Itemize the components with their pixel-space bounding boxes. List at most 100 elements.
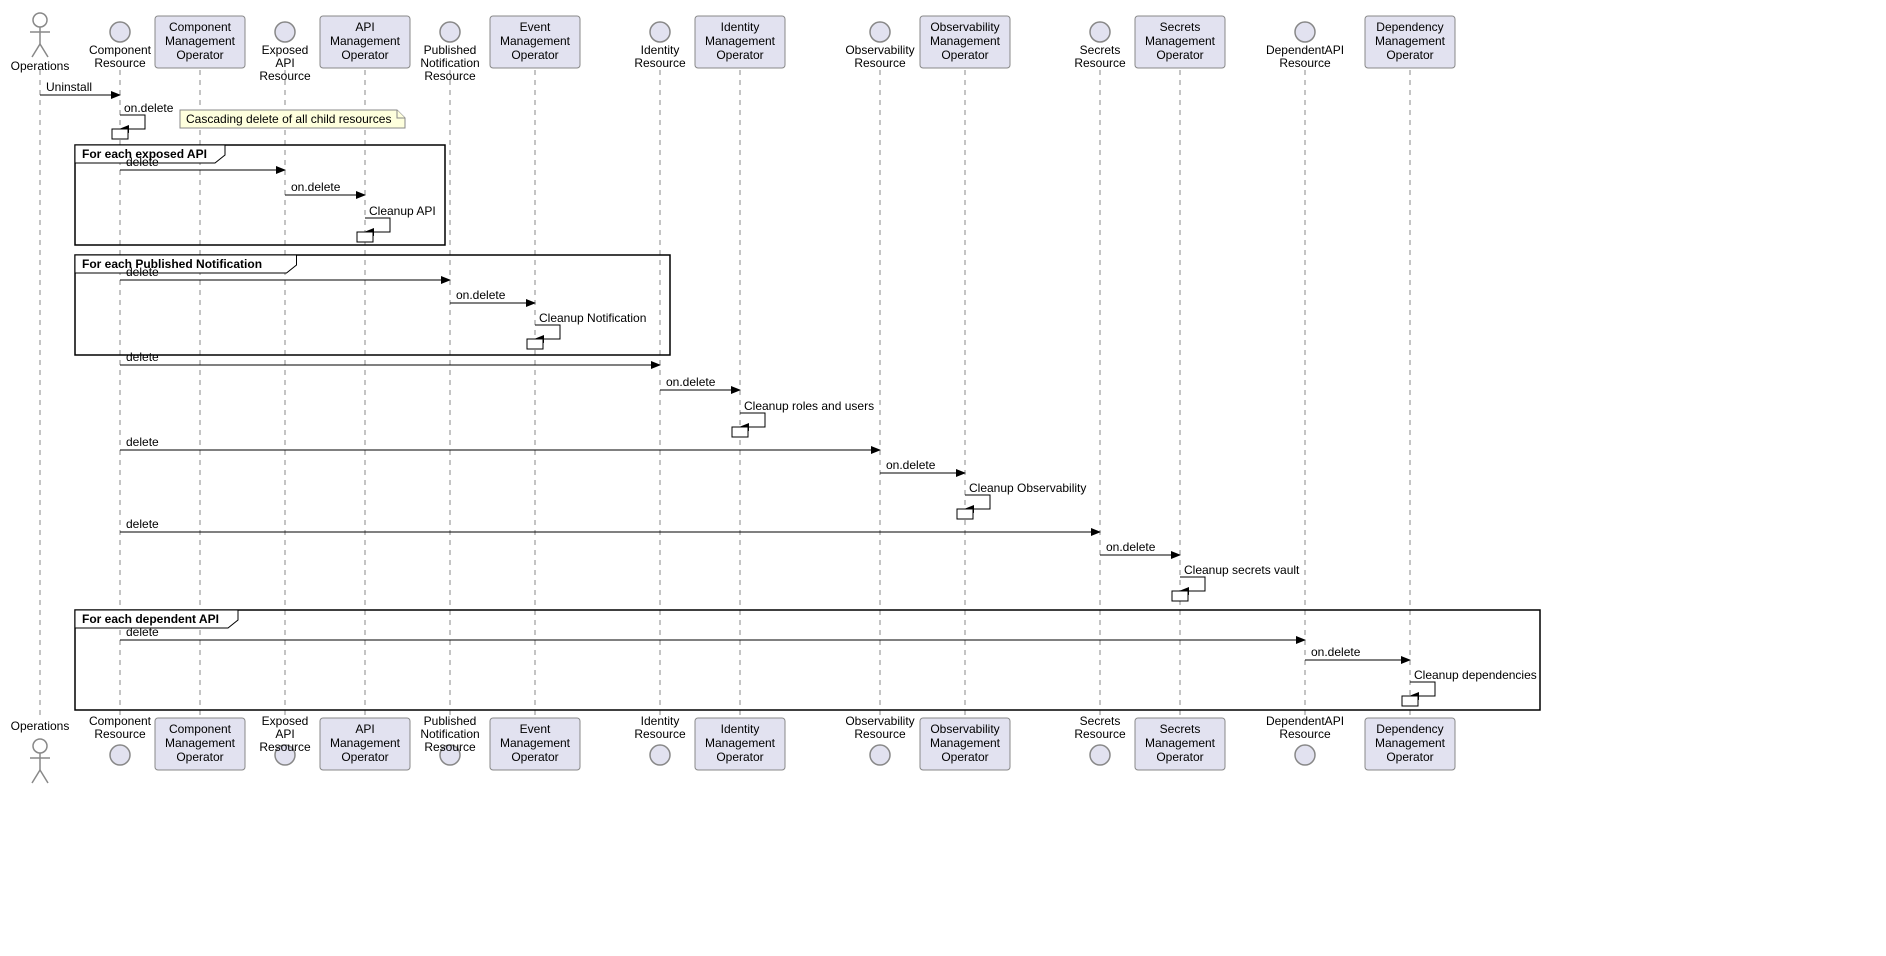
participant-smo: SecretsManagementOperator [1135, 718, 1225, 770]
svg-text:Management: Management [930, 34, 1001, 48]
svg-text:Operator: Operator [1386, 750, 1433, 764]
participant-amo: APIManagementOperator [320, 16, 410, 68]
svg-text:Operator: Operator [716, 750, 763, 764]
svg-text:Management: Management [330, 736, 401, 750]
svg-text:Secrets: Secrets [1080, 714, 1121, 728]
svg-text:Published: Published [424, 43, 477, 57]
sequence-diagram: For each exposed APIFor each Published N… [0, 0, 1560, 800]
svg-text:Uninstall: Uninstall [46, 80, 92, 94]
participant-obr: ObservabilityResource [845, 22, 914, 70]
svg-text:Component: Component [169, 20, 232, 34]
participant-dmo: DependencyManagementOperator [1365, 718, 1455, 770]
svg-text:Cascading delete of all child: Cascading delete of all child resources [186, 112, 391, 126]
svg-text:Notification: Notification [420, 727, 479, 741]
svg-text:delete: delete [126, 517, 159, 531]
svg-text:Published: Published [424, 714, 477, 728]
participant-dar: DependentAPIResource [1266, 714, 1344, 765]
svg-text:Secrets: Secrets [1160, 722, 1201, 736]
svg-text:Operator: Operator [1156, 48, 1203, 62]
svg-text:API: API [355, 722, 374, 736]
svg-text:Resource: Resource [94, 56, 146, 70]
svg-text:Management: Management [1145, 736, 1216, 750]
svg-text:Observability: Observability [930, 722, 999, 736]
svg-text:Observability: Observability [845, 714, 914, 728]
svg-text:Component: Component [169, 722, 232, 736]
svg-text:Operator: Operator [716, 48, 763, 62]
participant-sr: SecretsResource [1074, 714, 1126, 765]
svg-text:Management: Management [500, 34, 571, 48]
svg-text:Resource: Resource [1074, 727, 1126, 741]
svg-text:Exposed: Exposed [262, 43, 309, 57]
participant-emo: EventManagementOperator [490, 718, 580, 770]
participant-ops: Operations [11, 719, 70, 783]
svg-text:on.delete: on.delete [886, 458, 936, 472]
svg-text:Resource: Resource [1279, 56, 1331, 70]
participant-ops: Operations [11, 13, 70, 73]
svg-text:Management: Management [1145, 34, 1216, 48]
svg-text:Operator: Operator [941, 48, 988, 62]
participant-cmo: ComponentManagementOperator [155, 16, 245, 68]
svg-text:Notification: Notification [420, 56, 479, 70]
svg-text:Cleanup secrets vault: Cleanup secrets vault [1184, 563, 1300, 577]
svg-text:Resource: Resource [259, 740, 311, 754]
svg-text:Event: Event [520, 722, 551, 736]
svg-text:Operator: Operator [176, 48, 223, 62]
participant-obr: ObservabilityResource [845, 714, 914, 765]
svg-text:Resource: Resource [259, 69, 311, 83]
svg-text:Resource: Resource [854, 727, 906, 741]
svg-text:Management: Management [1375, 736, 1446, 750]
svg-text:Operator: Operator [941, 750, 988, 764]
participant-obmo: ObservabilityManagementOperator [920, 718, 1010, 770]
svg-text:Cleanup roles and users: Cleanup roles and users [744, 399, 874, 413]
svg-text:API: API [355, 20, 374, 34]
svg-text:delete: delete [126, 435, 159, 449]
svg-text:delete: delete [126, 265, 159, 279]
participant-emo: EventManagementOperator [490, 16, 580, 68]
svg-text:Dependency: Dependency [1376, 722, 1443, 736]
svg-text:API: API [275, 56, 294, 70]
participant-imo: IdentityManagementOperator [695, 718, 785, 770]
svg-text:API: API [275, 727, 294, 741]
participant-sr: SecretsResource [1074, 22, 1126, 70]
svg-text:on.delete: on.delete [666, 375, 716, 389]
svg-text:Resource: Resource [1279, 727, 1331, 741]
svg-text:Component: Component [89, 714, 152, 728]
svg-text:delete: delete [126, 350, 159, 364]
participant-imo: IdentityManagementOperator [695, 16, 785, 68]
participant-cmo: ComponentManagementOperator [155, 718, 245, 770]
svg-text:Cleanup dependencies: Cleanup dependencies [1414, 668, 1537, 682]
svg-text:delete: delete [126, 625, 159, 639]
svg-text:Resource: Resource [94, 727, 146, 741]
svg-text:Management: Management [930, 736, 1001, 750]
svg-text:Observability: Observability [930, 20, 999, 34]
svg-text:Resource: Resource [854, 56, 906, 70]
svg-text:Operator: Operator [176, 750, 223, 764]
svg-text:Identity: Identity [641, 714, 680, 728]
svg-text:Event: Event [520, 20, 551, 34]
svg-text:Observability: Observability [845, 43, 914, 57]
svg-text:Cleanup Observability: Cleanup Observability [969, 481, 1086, 495]
svg-text:on.delete: on.delete [456, 288, 506, 302]
svg-text:DependentAPI: DependentAPI [1266, 43, 1344, 57]
svg-text:on.delete: on.delete [291, 180, 341, 194]
participant-obmo: ObservabilityManagementOperator [920, 16, 1010, 68]
participant-pnr: PublishedNotificationResource [420, 22, 479, 83]
svg-text:Operations: Operations [11, 59, 70, 73]
svg-text:Management: Management [705, 34, 776, 48]
svg-text:For each Published Notificatio: For each Published Notification [82, 257, 262, 271]
participant-dmo: DependencyManagementOperator [1365, 16, 1455, 68]
svg-text:Operator: Operator [511, 48, 558, 62]
svg-text:Operations: Operations [11, 719, 70, 733]
svg-text:Resource: Resource [424, 69, 476, 83]
svg-text:Component: Component [89, 43, 152, 57]
svg-text:Resource: Resource [634, 56, 686, 70]
svg-text:Management: Management [705, 736, 776, 750]
participant-dar: DependentAPIResource [1266, 22, 1344, 70]
svg-text:Operator: Operator [341, 750, 388, 764]
svg-text:Operator: Operator [511, 750, 558, 764]
participant-amo: APIManagementOperator [320, 718, 410, 770]
svg-text:delete: delete [126, 155, 159, 169]
participant-ear: ExposedAPIResource [259, 714, 311, 765]
participant-cr: ComponentResource [89, 714, 152, 765]
svg-text:Exposed: Exposed [262, 714, 309, 728]
